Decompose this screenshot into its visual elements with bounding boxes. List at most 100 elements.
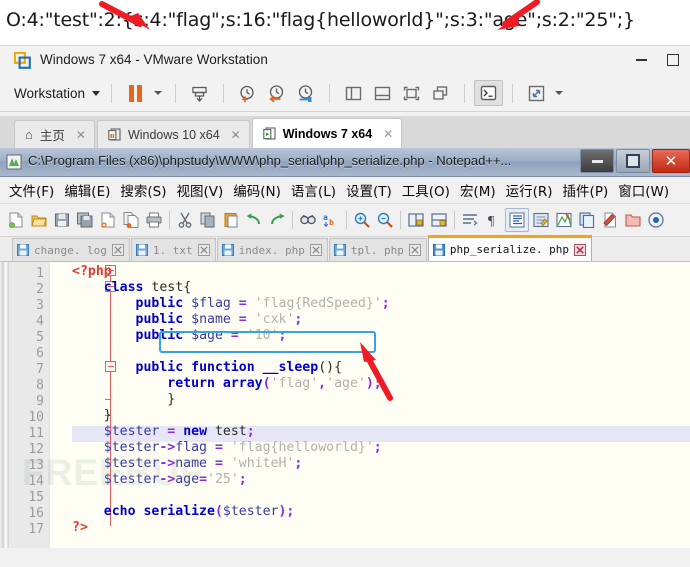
notepadpp-menubar: 文件(F) 编辑(E) 搜索(S) 视图(V) 编码(N) 语言(L) 设置(T… [0, 177, 690, 204]
vmware-title-text: Windows 7 x64 - VMware Workstation [40, 52, 268, 67]
redo-button[interactable] [266, 209, 288, 231]
cut-button[interactable] [174, 209, 196, 231]
paste-button[interactable] [220, 209, 242, 231]
doc-tab-change-log[interactable]: change. log [12, 238, 130, 261]
close-icon[interactable] [197, 244, 210, 256]
notepadpp-restore-button[interactable] [616, 149, 650, 173]
close-icon[interactable] [408, 244, 421, 256]
doc-tab-1-txt[interactable]: 1. txt [130, 238, 216, 261]
sync-horizontal-button[interactable] [428, 209, 450, 231]
fullscreen-button[interactable] [522, 79, 551, 107]
menu-run[interactable]: 运行(R) [501, 177, 558, 203]
fullscreen-dropdown-button[interactable] [551, 79, 566, 107]
open-file-icon [31, 215, 47, 227]
vmware-maximize-button[interactable] [662, 51, 684, 69]
redo-icon [271, 213, 285, 225]
document-switcher-button[interactable] [576, 209, 598, 231]
close-icon[interactable] [111, 244, 124, 256]
doc-tab-php-serialize-php[interactable]: php_serialize. php [427, 235, 593, 261]
vmware-tab-windows-7[interactable]: Windows 7 x64 ✕ [251, 118, 403, 148]
notepadpp-close-button[interactable]: ✕ [652, 149, 690, 173]
copy-icon [200, 212, 215, 228]
menu-search[interactable]: 搜索(S) [115, 177, 171, 203]
notepadpp-minimize-button[interactable] [580, 149, 614, 173]
new-file-button[interactable] [5, 209, 27, 231]
word-wrap-button[interactable] [459, 209, 481, 231]
fullscreen-icon [528, 85, 545, 101]
zoom-in-button[interactable] [351, 209, 373, 231]
send-ctrl-alt-del-button[interactable] [185, 79, 214, 107]
menu-plugins[interactable]: 插件(P) [558, 177, 614, 203]
doc-tab-index-php[interactable]: index. php [216, 238, 328, 261]
close-file-icon [101, 212, 115, 228]
vmware-workstation-menu-button[interactable]: Workstation [12, 80, 102, 106]
monitor-icon [648, 212, 664, 228]
save-button[interactable] [51, 209, 73, 231]
menu-tools[interactable]: 工具(O) [397, 177, 455, 203]
indent-guide-button[interactable] [505, 208, 529, 232]
close-icon[interactable]: ✕ [231, 128, 241, 142]
close-icon[interactable] [309, 244, 322, 256]
menu-window[interactable]: 窗口(W) [613, 177, 674, 203]
show-library-button[interactable] [339, 79, 368, 107]
vmware-minimize-button[interactable] [630, 51, 652, 69]
close-icon[interactable]: ✕ [383, 127, 393, 141]
sync-vertical-button[interactable] [405, 209, 427, 231]
undo-icon [246, 213, 260, 225]
show-thumbnails-button[interactable] [397, 79, 426, 107]
sync-horizontal-icon [431, 213, 447, 227]
folder-as-workspace-button[interactable] [622, 209, 644, 231]
undo-button[interactable] [243, 209, 265, 231]
open-file-button[interactable] [28, 209, 50, 231]
close-icon[interactable] [574, 243, 587, 256]
menu-encoding[interactable]: 编码(N) [228, 177, 286, 203]
close-icon[interactable]: ✕ [76, 128, 86, 142]
show-all-chars-button[interactable]: ¶ [482, 209, 504, 231]
menu-language[interactable]: 语言(L) [286, 177, 341, 203]
find-button[interactable] [297, 209, 319, 231]
replace-button[interactable]: a b [320, 209, 342, 231]
doc-tab-label: 1. txt [152, 243, 193, 257]
vmware-tab-windows-10[interactable]: Windows 10 x64 ✕ [96, 120, 250, 148]
fold-margin[interactable] [50, 262, 116, 548]
suspend-dropdown-button[interactable] [150, 79, 166, 107]
menu-settings[interactable]: 设置(T) [341, 177, 397, 203]
save-all-button[interactable] [74, 209, 96, 231]
menu-edit[interactable]: 编辑(E) [59, 177, 115, 203]
minimize-icon [591, 159, 603, 163]
toolbar-divider [169, 211, 170, 229]
vmware-tab-label: Windows 7 x64 [282, 126, 373, 141]
chevron-down-icon [154, 91, 163, 95]
menu-macro[interactable]: 宏(M) [455, 177, 501, 203]
close-all-button[interactable] [120, 209, 142, 231]
line-number: 13 [28, 458, 44, 473]
home-icon: ⌂ [25, 127, 33, 142]
menu-file[interactable]: 文件(F) [4, 177, 59, 203]
snapshot-manager-button[interactable] [291, 79, 320, 107]
vmware-tab-home[interactable]: ⌂ 主页 ✕ [14, 120, 95, 148]
take-snapshot-button[interactable] [233, 79, 262, 107]
document-map-button[interactable] [553, 209, 575, 231]
toolbar-divider [175, 83, 177, 103]
revert-snapshot-button[interactable] [262, 79, 291, 107]
suspend-button[interactable] [121, 79, 150, 107]
monitor-button[interactable] [645, 209, 667, 231]
menu-view[interactable]: 视图(V) [172, 177, 229, 203]
zoom-out-icon [377, 212, 393, 228]
multiple-windows-button[interactable] [426, 79, 455, 107]
print-button[interactable] [143, 209, 165, 231]
user-define-dialog-button[interactable] [530, 209, 552, 231]
console-button[interactable] [474, 80, 504, 106]
line-number: 7 [36, 362, 44, 377]
notepadpp-window-controls: ✕ [580, 148, 690, 173]
vmware-tab-label: Windows 10 x64 [127, 127, 220, 142]
code-text[interactable]: <?php class test{ public $flag = 'flag{R… [72, 262, 690, 548]
copy-button[interactable] [197, 209, 219, 231]
close-file-button[interactable] [97, 209, 119, 231]
code-editor[interactable]: 1 2 3 4 5 6 7 8 9 10 11 12 13 14 15 16 1… [0, 262, 690, 548]
doc-tab-tpl-php[interactable]: tpl. php [328, 238, 427, 261]
macro-record-button[interactable] [599, 209, 621, 231]
restore-icon [626, 154, 640, 168]
zoom-out-button[interactable] [374, 209, 396, 231]
show-console-view-button[interactable] [368, 79, 397, 107]
